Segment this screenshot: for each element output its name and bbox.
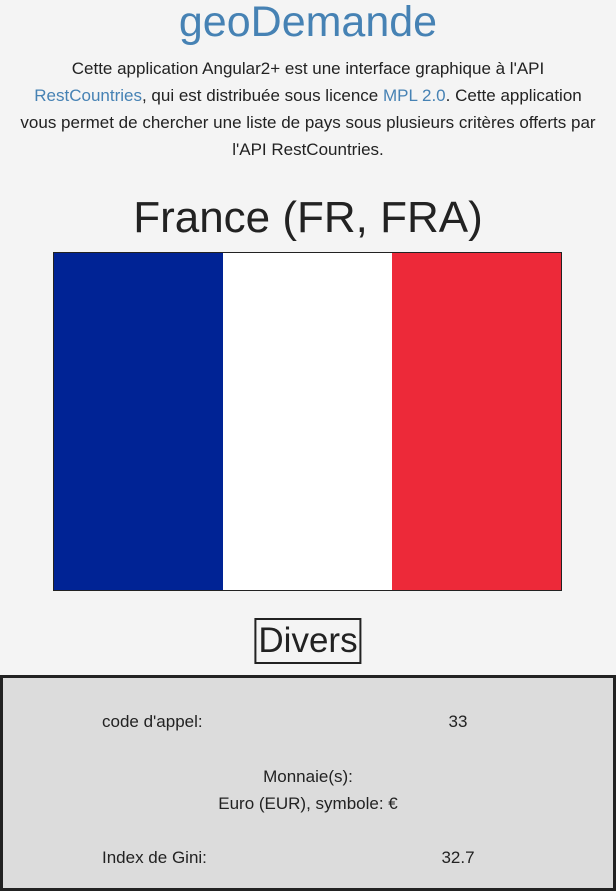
app-title: geoDemande bbox=[178, 0, 438, 46]
gini-label: Index de Gini: bbox=[102, 848, 207, 867]
currencies-value: Euro (EUR), symbole: € bbox=[218, 794, 398, 813]
restcountries-link[interactable]: RestCountries bbox=[34, 86, 142, 105]
calling-code-value: 33 bbox=[448, 712, 468, 731]
calling-code-label: code d'appel: bbox=[102, 712, 203, 731]
country-flag bbox=[53, 252, 562, 591]
flag-band-red bbox=[392, 253, 561, 590]
currencies-label: Monnaie(s): bbox=[263, 767, 353, 786]
divers-section-title: Divers bbox=[254, 618, 362, 664]
intro-paragraph: Cette application Angular2+ est une inte… bbox=[16, 55, 600, 163]
flag-band-white bbox=[223, 253, 392, 590]
license-link[interactable]: MPL 2.0 bbox=[383, 86, 446, 105]
intro-text-2: , qui est distribuée sous licence bbox=[141, 86, 383, 105]
intro-text-1: Cette application Angular2+ est une inte… bbox=[71, 59, 545, 78]
divers-panel: code d'appel: 33 Monnaie(s): Euro (EUR),… bbox=[0, 675, 616, 891]
gini-value: 32.7 bbox=[441, 848, 475, 867]
country-title: France (FR, FRA) bbox=[133, 193, 483, 242]
flag-band-blue bbox=[54, 253, 223, 590]
